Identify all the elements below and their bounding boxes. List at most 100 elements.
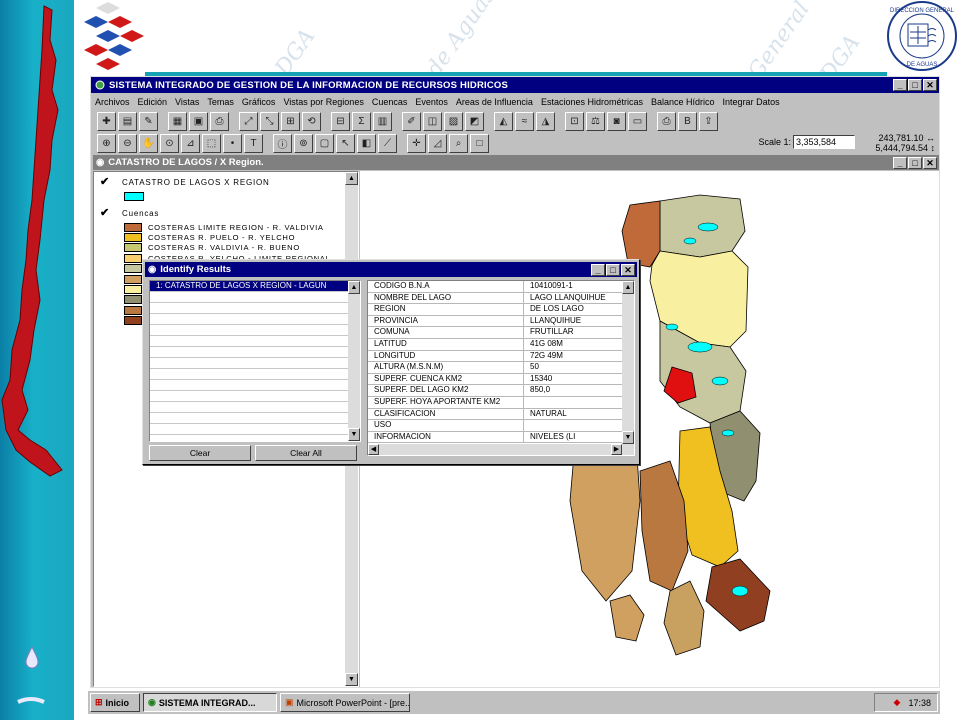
pan-hand-icon[interactable]: ✋ bbox=[139, 133, 158, 153]
scroll-down-icon[interactable]: ▼ bbox=[622, 431, 634, 444]
edit-legend-icon[interactable]: ✎ bbox=[139, 111, 158, 131]
pointer-icon[interactable]: ↖ bbox=[336, 133, 355, 153]
maximize-button[interactable]: □ bbox=[908, 79, 922, 91]
attributes-hscrollbar[interactable]: ◀ ▶ bbox=[368, 444, 634, 455]
lakes-visible-checkbox[interactable]: ✔ bbox=[100, 175, 109, 188]
palette-icon[interactable]: ◩ bbox=[465, 111, 484, 131]
measure-icon[interactable]: ⊿ bbox=[181, 133, 200, 153]
basin-polygon[interactable] bbox=[609, 594, 645, 642]
scroll-down-icon[interactable]: ▼ bbox=[348, 428, 360, 441]
task-button-powerpoint[interactable]: ▣ Microsoft PowerPoint - [pre... bbox=[280, 693, 410, 712]
basin-polygon[interactable] bbox=[621, 200, 661, 268]
menu-vistas[interactable]: Vistas bbox=[175, 97, 199, 107]
features-scrollbar[interactable]: ▲ ▼ bbox=[348, 281, 360, 441]
scroll-up-icon[interactable]: ▲ bbox=[348, 281, 360, 294]
print-icon[interactable]: ⎙ bbox=[210, 111, 229, 131]
menu-areas-de-influencia[interactable]: Areas de Influencia bbox=[456, 97, 533, 107]
identify-icon[interactable]: ⊙ bbox=[160, 133, 179, 153]
menu-eventos[interactable]: Eventos bbox=[415, 97, 448, 107]
info-icon[interactable]: ⓘ bbox=[273, 133, 292, 153]
document-icon[interactable]: ▭ bbox=[628, 111, 647, 131]
raster-icon[interactable]: ▨ bbox=[444, 111, 463, 131]
menu-edicion[interactable]: Edición bbox=[138, 97, 168, 107]
view-close-button[interactable]: ✕ bbox=[923, 156, 937, 169]
menu-integrar-datos[interactable]: Integrar Datos bbox=[723, 97, 780, 107]
speaker-icon[interactable]: ◆ bbox=[894, 697, 901, 708]
menu-archivos[interactable]: Archivos bbox=[95, 97, 130, 107]
lake-polygon[interactable] bbox=[665, 323, 679, 331]
menu-balance-hidrico[interactable]: Balance Hídrico bbox=[651, 97, 715, 107]
save-icon[interactable]: ▣ bbox=[189, 111, 208, 131]
lake-polygon[interactable] bbox=[711, 376, 729, 386]
basin-icon[interactable]: ◮ bbox=[536, 111, 555, 131]
zoom-active-icon[interactable]: ⤡ bbox=[260, 111, 279, 131]
layout-icon[interactable]: ◫ bbox=[423, 111, 442, 131]
menu-temas[interactable]: Temas bbox=[207, 97, 234, 107]
view-minimize-button[interactable]: _ bbox=[893, 156, 907, 169]
line-tool-icon[interactable]: ⟋ bbox=[378, 133, 397, 153]
photo-icon[interactable]: ◙ bbox=[607, 111, 626, 131]
open-table-icon[interactable]: ▦ bbox=[168, 111, 187, 131]
print-map-icon[interactable]: ⎙ bbox=[657, 111, 676, 131]
region-icon[interactable]: ◭ bbox=[494, 111, 513, 131]
hydro-icon[interactable]: ≈ bbox=[515, 111, 534, 131]
identify-minimize-button[interactable]: _ bbox=[591, 263, 605, 276]
identify-close-button[interactable]: ✕ bbox=[621, 263, 635, 276]
zoom-in-icon[interactable]: ⊕ bbox=[97, 133, 116, 153]
attribute-table[interactable]: CODIGO B.N.A 10410091-1 NOMBRE DEL LAGO LAG… bbox=[367, 280, 635, 456]
basin-polygon[interactable] bbox=[663, 580, 705, 656]
theme-properties-icon[interactable]: ▤ bbox=[118, 111, 137, 131]
summation-icon[interactable]: Σ bbox=[352, 111, 371, 131]
chart-icon[interactable]: ▥ bbox=[373, 111, 392, 131]
basins-visible-checkbox[interactable]: ✔ bbox=[100, 206, 109, 219]
lake-polygon[interactable] bbox=[687, 341, 713, 353]
feature-list-item[interactable]: 1: CATASTRO DE LAGOS X REGION - LAGUN bbox=[150, 281, 360, 292]
menu-cuencas[interactable]: Cuencas bbox=[372, 97, 408, 107]
start-button[interactable]: ⊞ Inicio bbox=[90, 693, 140, 712]
bnr-icon[interactable]: B bbox=[678, 111, 697, 131]
zoom-full-icon[interactable]: ⤢ bbox=[239, 111, 258, 131]
text-tool-icon[interactable]: T bbox=[244, 133, 263, 153]
attributes-vscrollbar[interactable]: ▲ ▼ bbox=[622, 281, 634, 444]
lake-polygon[interactable] bbox=[683, 237, 697, 245]
zoom-previous-icon[interactable]: ⟲ bbox=[302, 111, 321, 131]
basins-theme-title[interactable]: Cuencas bbox=[122, 209, 159, 218]
task-button-sistema[interactable]: ◉ SISTEMA INTEGRAD... bbox=[143, 693, 277, 712]
balance-icon[interactable]: ⚖ bbox=[586, 111, 605, 131]
scroll-left-icon[interactable]: ◀ bbox=[368, 444, 379, 455]
view-maximize-button[interactable]: □ bbox=[908, 156, 922, 169]
close-button[interactable]: ✕ bbox=[923, 79, 937, 91]
blank-tool-icon[interactable]: □ bbox=[470, 133, 489, 153]
zoom-selected-icon[interactable]: ⊞ bbox=[281, 111, 300, 131]
export-icon[interactable]: ⇪ bbox=[699, 111, 718, 131]
clear-button[interactable]: Clear bbox=[149, 445, 251, 461]
zoom-out-icon[interactable]: ⊖ bbox=[118, 133, 137, 153]
scroll-up-icon[interactable]: ▲ bbox=[622, 281, 634, 294]
menu-estaciones-hidrometricas[interactable]: Estaciones Hidrométricas bbox=[541, 97, 643, 107]
identify-maximize-button[interactable]: □ bbox=[606, 263, 620, 276]
scroll-up-icon[interactable]: ▲ bbox=[345, 172, 358, 185]
query-icon[interactable]: ⊚ bbox=[294, 133, 313, 153]
clear-all-button[interactable]: Clear All bbox=[255, 445, 357, 461]
area-icon[interactable]: ▢ bbox=[315, 133, 334, 153]
statistics-icon[interactable]: ⊟ bbox=[331, 111, 350, 131]
pencil-icon[interactable]: ✐ bbox=[402, 111, 421, 131]
menu-graficos[interactable]: Gráficos bbox=[242, 97, 276, 107]
draw-point-icon[interactable]: • bbox=[223, 133, 242, 153]
magnifier-icon[interactable]: ⌕ bbox=[449, 133, 468, 153]
lake-polygon[interactable] bbox=[697, 222, 719, 232]
fill-color-icon[interactable]: ◧ bbox=[357, 133, 376, 153]
lakes-theme-title[interactable]: CATASTRO DE LAGOS X REGION bbox=[122, 178, 270, 187]
add-theme-icon[interactable]: ✚ bbox=[97, 111, 116, 131]
identify-titlebar[interactable]: ◉ Identify Results _ □ ✕ bbox=[145, 262, 637, 277]
select-icon[interactable]: ⬚ bbox=[202, 133, 221, 153]
scroll-down-icon[interactable]: ▼ bbox=[345, 673, 358, 686]
crosshair-icon[interactable]: ✛ bbox=[407, 133, 426, 153]
menu-vistas-por-regiones[interactable]: Vistas por Regiones bbox=[283, 97, 363, 107]
scroll-right-icon[interactable]: ▶ bbox=[611, 444, 622, 455]
view-titlebar[interactable]: ◉ CATASTRO DE LAGOS / X Region. _ □ ✕ bbox=[93, 155, 939, 170]
station-icon[interactable]: ⊡ bbox=[565, 111, 584, 131]
lake-polygon[interactable] bbox=[721, 429, 735, 437]
scale-input[interactable]: 3,353,584 bbox=[793, 135, 855, 149]
lake-polygon[interactable] bbox=[731, 585, 749, 597]
